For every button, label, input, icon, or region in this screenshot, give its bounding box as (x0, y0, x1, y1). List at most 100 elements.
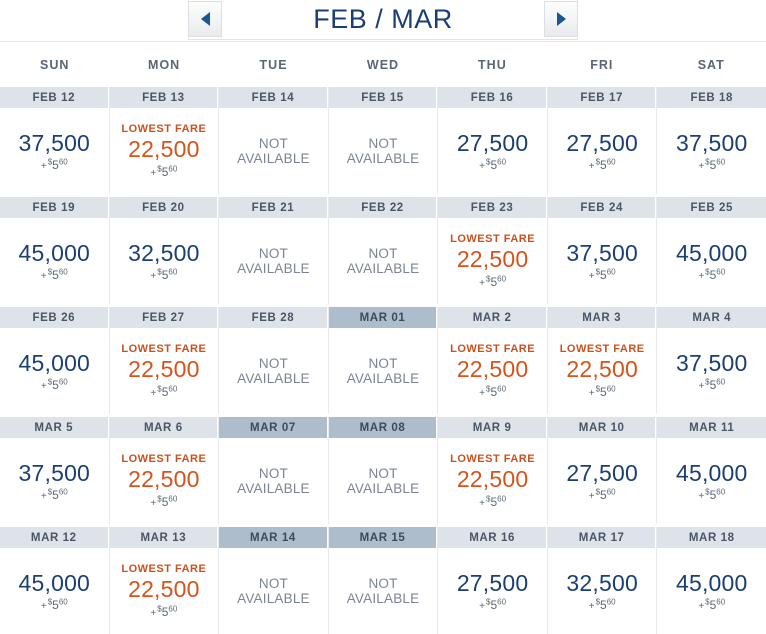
fare-miles-amount: 22,500 (128, 356, 200, 383)
calendar-day-cell[interactable]: MAR 17 32,500 +$560 (547, 527, 658, 634)
tax-plus-sign: + (588, 161, 595, 173)
tax-cents: 60 (497, 384, 507, 394)
fare-cell-body: 45,000 +$560 (0, 548, 109, 634)
calendar-day-cell[interactable]: MAR 6 LOWEST FARE 22,500 +$560 (109, 417, 220, 524)
fare-miles-amount: 37,500 (566, 239, 638, 266)
tax-cents: 60 (606, 267, 616, 277)
fare-cell-body: 27,500 +$560 (438, 108, 547, 194)
date-label: MAR 15 (328, 527, 438, 548)
date-label: MAR 11 (657, 417, 766, 438)
calendar-day-cell[interactable]: FEB 27 LOWEST FARE 22,500 +$560 (109, 307, 220, 414)
date-label: FEB 13 (109, 87, 219, 108)
not-available-label: NOT AVAILABLE (346, 246, 420, 276)
fare-tax-amount: +$560 (150, 165, 177, 179)
calendar-day-cell[interactable]: FEB 17 27,500 +$560 (547, 87, 658, 194)
fare-miles-amount: 22,500 (128, 466, 200, 493)
date-label: MAR 12 (0, 527, 109, 548)
date-label: FEB 19 (0, 197, 109, 218)
date-label: FEB 28 (219, 307, 328, 328)
tax-plus-sign: + (40, 381, 47, 393)
fare-miles-amount: 45,000 (675, 239, 748, 266)
not-available-label: NOT AVAILABLE (237, 136, 310, 166)
date-label: MAR 3 (547, 307, 657, 328)
date-label: FEB 17 (547, 87, 657, 108)
fare-miles-amount: 45,000 (18, 569, 91, 596)
tax-cents: 60 (716, 267, 726, 277)
calendar-day-cell[interactable]: MAR 12 45,000 +$560 (0, 527, 110, 634)
fare-cell-body: LOWEST FARE 22,500 +$560 (110, 108, 219, 194)
calendar-day-cell[interactable]: MAR 11 45,000 +$560 (657, 417, 766, 524)
tax-dollars: 5 (600, 158, 607, 173)
fare-miles-amount: 32,500 (128, 239, 200, 266)
date-label: FEB 14 (219, 87, 328, 108)
calendar-day-cell[interactable]: FEB 25 45,000 +$560 (657, 197, 766, 304)
tax-cents: 60 (716, 377, 726, 387)
calendar-day-cell[interactable]: FEB 12 37,500 +$560 (0, 87, 110, 194)
calendar-day-cell[interactable]: MAR 4 37,500 +$560 (657, 307, 766, 414)
calendar-day-cell[interactable]: FEB 23 LOWEST FARE 22,500 +$560 (438, 197, 548, 304)
date-label: FEB 22 (328, 197, 438, 218)
date-label: FEB 15 (328, 87, 438, 108)
fare-tax-amount: +$560 (40, 378, 68, 393)
previous-month-button[interactable] (188, 1, 222, 37)
fare-tax-amount: +$560 (589, 385, 616, 399)
fare-tax-amount: +$560 (698, 488, 725, 502)
tax-plus-sign: + (698, 381, 705, 393)
tax-cents: 60 (716, 597, 726, 607)
date-label: FEB 26 (0, 307, 109, 328)
calendar-day-cell[interactable]: MAR 9 LOWEST FARE 22,500 +$560 (438, 417, 548, 524)
calendar-week-row: FEB 26 45,000 +$560 FEB 27 LOWEST FARE 22,500… (0, 307, 766, 414)
fare-miles-amount: 37,500 (18, 129, 91, 156)
date-label: MAR 5 (0, 417, 109, 438)
calendar-day-cell[interactable]: FEB 13 LOWEST FARE 22,500 +$560 (109, 87, 220, 194)
calendar-day-cell: MAR 01 NOT AVAILABLE (328, 307, 439, 414)
fare-tax-amount: +$560 (150, 495, 177, 509)
fare-cell-body: 32,500 +$560 (110, 218, 219, 304)
tax-cents: 60 (58, 157, 68, 167)
fare-miles-amount: 27,500 (566, 129, 638, 156)
page-title: FEB / MAR (313, 4, 453, 34)
calendar-day-cell: MAR 07 NOT AVAILABLE (219, 417, 329, 524)
calendar-day-cell[interactable]: MAR 10 27,500 +$560 (547, 417, 658, 524)
calendar-day-cell[interactable]: MAR 2 LOWEST FARE 22,500 +$560 (438, 307, 548, 414)
tax-cents: 60 (497, 157, 507, 167)
tax-dollars: 5 (52, 378, 59, 393)
tax-dollars: 5 (600, 268, 607, 283)
fare-miles-amount: 27,500 (566, 459, 638, 486)
tax-plus-sign: + (479, 601, 485, 613)
fare-cell-body: 27,500 +$560 (438, 548, 547, 634)
calendar-day-cell[interactable]: MAR 13 LOWEST FARE 22,500 +$560 (109, 527, 220, 634)
not-available-label: NOT AVAILABLE (346, 466, 420, 496)
fare-cell-body: NOT AVAILABLE (219, 548, 328, 634)
calendar-day-cell[interactable]: FEB 24 37,500 +$560 (547, 197, 658, 304)
fare-miles-amount: 22,500 (456, 246, 529, 273)
next-month-button[interactable] (544, 1, 578, 37)
weekday-header-sun: SUN (40, 57, 70, 72)
fare-cell-body: LOWEST FARE 22,500 +$560 (110, 328, 219, 414)
calendar-day-cell[interactable]: MAR 18 45,000 +$560 (657, 527, 766, 634)
calendar-day-cell: MAR 08 NOT AVAILABLE (328, 417, 439, 524)
calendar-week-grid: FEB 12 37,500 +$560 FEB 13 LOWEST FARE 22,500… (0, 87, 766, 634)
calendar-day-cell[interactable]: FEB 18 37,500 +$560 (657, 87, 766, 194)
fare-tax-amount: +$560 (698, 597, 726, 612)
calendar-day-cell[interactable]: FEB 20 32,500 +$560 (109, 197, 220, 304)
fare-cell-body: NOT AVAILABLE (329, 108, 438, 194)
calendar-day-cell[interactable]: FEB 16 27,500 +$560 (438, 87, 548, 194)
calendar-day-cell: FEB 28 NOT AVAILABLE (219, 307, 329, 414)
calendar-day-cell[interactable]: MAR 5 37,500 +$560 (0, 417, 110, 524)
calendar-day-cell[interactable]: MAR 16 27,500 +$560 (438, 527, 548, 634)
month-navigation-header: FEB / MAR (0, 0, 766, 42)
tax-cents: 60 (606, 487, 616, 497)
date-label: MAR 10 (547, 417, 657, 438)
calendar-day-cell[interactable]: FEB 26 45,000 +$560 (0, 307, 110, 414)
not-available-label: NOT AVAILABLE (346, 576, 420, 606)
fare-miles-amount: 32,500 (566, 569, 638, 596)
fare-miles-amount: 45,000 (675, 459, 748, 486)
calendar-day-cell[interactable]: MAR 3 LOWEST FARE 22,500 +$560 (547, 307, 658, 414)
not-available-label: NOT AVAILABLE (237, 356, 310, 386)
fare-cell-body: 27,500 +$560 (548, 438, 657, 524)
tax-cents: 60 (716, 157, 726, 167)
fare-miles-amount: 22,500 (128, 136, 200, 163)
calendar-day-cell[interactable]: FEB 19 45,000 +$560 (0, 197, 110, 304)
fare-miles-amount: 27,500 (456, 129, 529, 156)
